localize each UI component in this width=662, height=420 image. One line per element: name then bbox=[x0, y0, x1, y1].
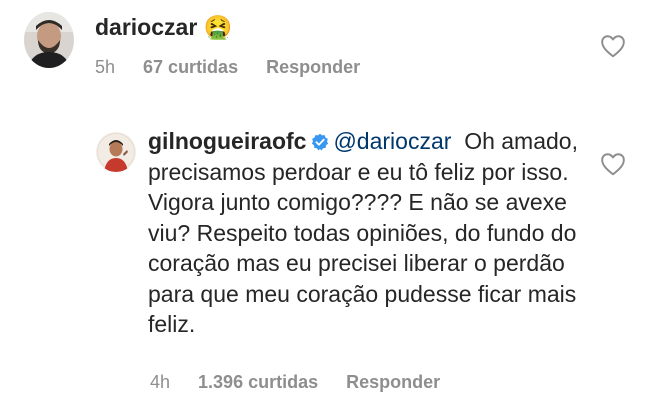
reply-button[interactable]: Responder bbox=[266, 57, 360, 78]
comment-header: darioczar 🤮 bbox=[95, 12, 232, 42]
comment-meta: 4h 1.396 curtidas Responder bbox=[150, 372, 468, 393]
heart-outline-icon[interactable] bbox=[600, 152, 626, 176]
comment-meta: 5h 67 curtidas Responder bbox=[95, 57, 388, 78]
avatar[interactable] bbox=[24, 12, 74, 68]
heart-outline-icon[interactable] bbox=[600, 34, 626, 58]
timestamp: 4h bbox=[150, 372, 171, 392]
username[interactable]: darioczar bbox=[95, 14, 197, 40]
avatar-photo bbox=[96, 132, 136, 172]
comment-text: Oh amado, precisamos perdoar e eu tô fel… bbox=[148, 128, 578, 337]
comment-body: gilnogueiraofc @darioczar Oh amado, prec… bbox=[148, 126, 588, 340]
reply-button[interactable]: Responder bbox=[346, 372, 440, 393]
timestamp: 5h bbox=[95, 57, 116, 77]
likes-count[interactable]: 67 curtidas bbox=[143, 57, 238, 78]
mention-link[interactable]: @darioczar bbox=[333, 128, 451, 154]
avatar[interactable] bbox=[96, 132, 136, 172]
username[interactable]: gilnogueiraofc bbox=[148, 128, 306, 154]
nauseated-face-emoji: 🤮 bbox=[203, 14, 233, 40]
avatar-photo bbox=[24, 12, 74, 68]
likes-count[interactable]: 1.396 curtidas bbox=[198, 372, 318, 393]
verified-badge-icon bbox=[312, 133, 329, 151]
